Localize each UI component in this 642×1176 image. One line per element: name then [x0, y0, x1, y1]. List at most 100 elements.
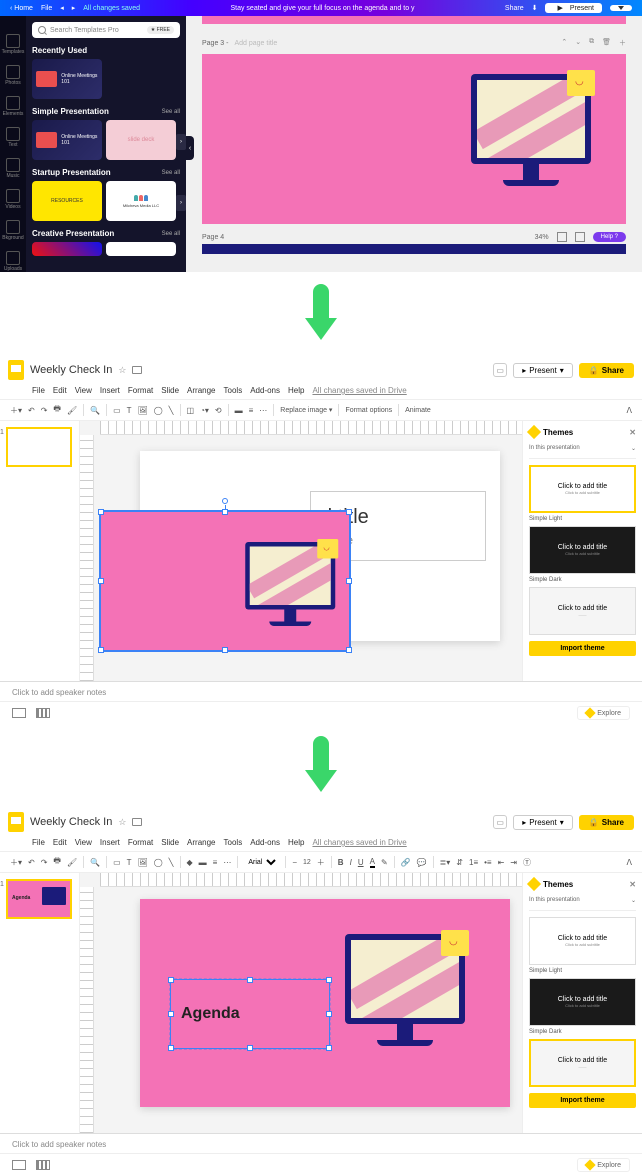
- rail-bkground[interactable]: Bkground: [4, 220, 22, 241]
- rail-templates[interactable]: Templates: [4, 34, 22, 55]
- image-icon[interactable]: 🖼: [138, 858, 148, 867]
- slide[interactable]: Agenda: [140, 899, 510, 1107]
- rail-photos[interactable]: Photos: [4, 65, 22, 86]
- resize-handle[interactable]: [326, 1011, 332, 1017]
- slide-canvas[interactable]: d title ubtitle: [80, 421, 522, 681]
- menu-file[interactable]: File: [32, 838, 45, 847]
- save-status[interactable]: All changes saved in Drive: [312, 386, 406, 395]
- page2-strip[interactable]: [202, 16, 626, 24]
- replace-image-button[interactable]: Replace image ▾: [280, 406, 332, 414]
- align-icon[interactable]: ≣▾: [440, 858, 451, 867]
- chevron-down-icon[interactable]: ⌄: [631, 445, 636, 452]
- import-theme-button[interactable]: Import theme: [529, 1093, 636, 1108]
- indent-inc-icon[interactable]: ⇥: [510, 858, 517, 867]
- import-theme-button[interactable]: Import theme: [529, 641, 636, 656]
- download-icon[interactable]: ⬇: [532, 4, 538, 12]
- explore-button[interactable]: Explore: [577, 1158, 630, 1172]
- shape-icon[interactable]: ◯: [154, 406, 163, 415]
- select-icon[interactable]: ▭: [113, 858, 121, 867]
- pasted-image-selected[interactable]: [100, 511, 350, 651]
- slides-logo-icon[interactable]: [8, 812, 24, 832]
- grid-view-icon[interactable]: [557, 232, 567, 242]
- add-page-icon[interactable]: ＋: [619, 38, 626, 48]
- theme-dark[interactable]: Click to add titleClick to add subtitle: [529, 978, 636, 1026]
- resize-handle[interactable]: [98, 509, 104, 515]
- fill-color-icon[interactable]: ◆: [187, 858, 193, 867]
- comments-icon[interactable]: ▭: [493, 363, 507, 377]
- move-folder-icon[interactable]: [132, 366, 142, 374]
- redo-icon[interactable]: ↷: [41, 406, 48, 415]
- close-icon[interactable]: ✕: [629, 880, 636, 889]
- share-button[interactable]: 🔒 Share: [579, 815, 634, 830]
- search-input[interactable]: Search Templates Pro ★ FREE: [32, 22, 180, 38]
- menu-help[interactable]: Help: [288, 386, 304, 395]
- menu-slide[interactable]: Slide: [161, 386, 179, 395]
- zoom-fit-icon[interactable]: 🔍: [90, 858, 100, 867]
- grid-view-icon[interactable]: [36, 708, 50, 718]
- scroll-right-icon[interactable]: ›: [176, 134, 186, 150]
- line-spacing-icon[interactable]: ⇵: [456, 858, 463, 867]
- font-size-inc[interactable]: ＋: [317, 857, 325, 868]
- present-button[interactable]: ▸ Present ▾: [513, 363, 573, 378]
- textbox-icon[interactable]: T: [127, 406, 132, 415]
- move-folder-icon[interactable]: [132, 818, 142, 826]
- indent-dec-icon[interactable]: ⇤: [498, 858, 505, 867]
- help-button[interactable]: Help ?: [593, 232, 626, 242]
- resize-handle[interactable]: [346, 578, 352, 584]
- mask-icon[interactable]: ◔▾: [200, 406, 209, 415]
- print-icon[interactable]: 🖶: [53, 855, 61, 869]
- explore-button[interactable]: Explore: [577, 706, 630, 720]
- fullscreen-icon[interactable]: [575, 232, 585, 242]
- template-item[interactable]: RESOURCES: [32, 181, 102, 221]
- theme-current[interactable]: Click to add titleClick to add subtitle: [529, 465, 636, 513]
- border-dash-icon[interactable]: ⋯: [223, 858, 231, 867]
- theme-grey[interactable]: Click to add title——: [529, 587, 636, 635]
- resize-handle[interactable]: [247, 977, 253, 983]
- zoom-fit-icon[interactable]: 🔍: [90, 406, 100, 415]
- menu-edit[interactable]: Edit: [53, 838, 67, 847]
- format-options-button[interactable]: Format options: [345, 407, 392, 414]
- rail-videos[interactable]: Videos: [4, 189, 22, 210]
- highlight-icon[interactable]: ✎: [381, 858, 388, 867]
- present-button[interactable]: ▸ Present ▾: [513, 815, 573, 830]
- undo-icon[interactable]: ◂: [60, 4, 64, 12]
- resize-handle[interactable]: [247, 1045, 253, 1051]
- font-size[interactable]: 12: [303, 859, 311, 866]
- template-online-meetings[interactable]: Online Meetings 101: [32, 59, 102, 99]
- bold-icon[interactable]: B: [338, 858, 344, 867]
- resize-handle[interactable]: [222, 509, 228, 515]
- crop-icon[interactable]: ◫: [187, 406, 195, 415]
- page4-strip[interactable]: [202, 244, 626, 254]
- menu-arrange[interactable]: Arrange: [187, 838, 215, 847]
- link-icon[interactable]: 🔗: [401, 858, 411, 867]
- clear-format-icon[interactable]: Ⓣ: [523, 857, 531, 868]
- filename[interactable]: File: [41, 5, 52, 12]
- bullet-list-icon[interactable]: •≡: [484, 858, 491, 867]
- grid-view-icon[interactable]: [36, 1160, 50, 1170]
- see-all-link[interactable]: See all: [162, 109, 180, 115]
- zoom-level[interactable]: 34%: [535, 234, 549, 241]
- menu-arrange[interactable]: Arrange: [187, 386, 215, 395]
- menu-view[interactable]: View: [75, 386, 92, 395]
- resize-handle[interactable]: [98, 578, 104, 584]
- border-color-icon[interactable]: ▬: [199, 858, 207, 867]
- menu-addons[interactable]: Add-ons: [250, 386, 280, 395]
- resize-handle[interactable]: [168, 1011, 174, 1017]
- rail-uploads[interactable]: Uploads: [4, 251, 22, 272]
- template-item[interactable]: [106, 242, 176, 256]
- thumbnail-1[interactable]: 1 Agenda: [6, 879, 72, 919]
- rail-elements[interactable]: Elements: [4, 96, 22, 117]
- resize-handle[interactable]: [168, 1045, 174, 1051]
- resize-handle[interactable]: [326, 1045, 332, 1051]
- present-button[interactable]: ▶▶ PresentPresent: [545, 3, 602, 13]
- save-status[interactable]: All changes saved in Drive: [312, 838, 406, 847]
- rail-text[interactable]: Text: [4, 127, 22, 148]
- present-dropdown[interactable]: [610, 5, 632, 11]
- slides-logo-icon[interactable]: [8, 360, 24, 380]
- border-dash-icon[interactable]: ⋯: [259, 406, 267, 415]
- thumbnail-1[interactable]: 1: [6, 427, 72, 467]
- border-weight-icon[interactable]: ≡: [249, 406, 254, 415]
- text-color-icon[interactable]: A: [370, 857, 375, 868]
- share-button[interactable]: 🔒 Share: [579, 363, 634, 378]
- theme-dark[interactable]: Click to add titleClick to add subtitle: [529, 526, 636, 574]
